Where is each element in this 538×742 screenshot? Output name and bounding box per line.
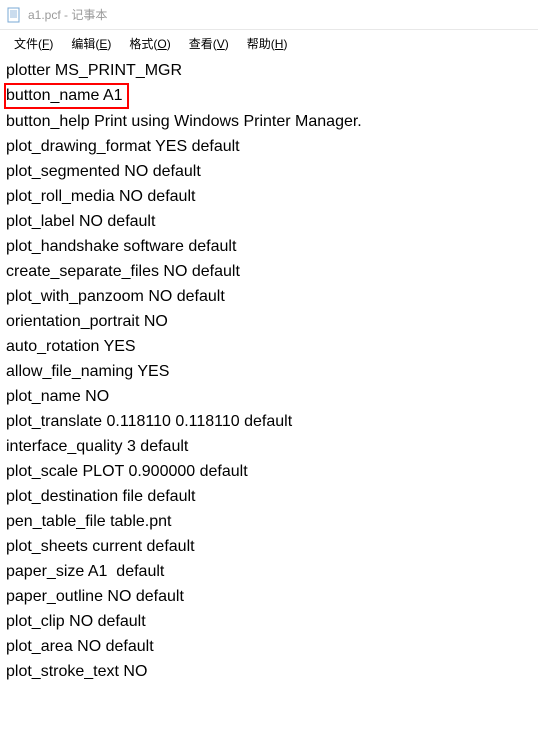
text-line: create_separate_files NO default: [6, 259, 532, 284]
text-line: allow_file_naming YES: [6, 359, 532, 384]
text-line: plot_label NO default: [6, 209, 532, 234]
menu-format[interactable]: 格式(O): [121, 33, 178, 54]
text-line: button_name A1: [6, 83, 532, 109]
text-line: plot_with_panzoom NO default: [6, 284, 532, 309]
text-line: plot_handshake software default: [6, 234, 532, 259]
text-line: paper_size A1 default: [6, 559, 532, 584]
text-line: interface_quality 3 default: [6, 434, 532, 459]
text-line: plot_roll_media NO default: [6, 184, 532, 209]
menu-edit[interactable]: 编辑(E): [63, 33, 119, 54]
notepad-icon: [6, 7, 22, 23]
menu-file[interactable]: 文件(F): [6, 33, 61, 54]
text-line: plotter MS_PRINT_MGR: [6, 58, 532, 83]
text-line: plot_sheets current default: [6, 534, 532, 559]
text-line: button_help Print using Windows Printer …: [6, 109, 532, 134]
menu-help[interactable]: 帮助(H): [239, 33, 296, 54]
text-line: plot_name NO: [6, 384, 532, 409]
text-line: plot_scale PLOT 0.900000 default: [6, 459, 532, 484]
text-content-area[interactable]: plotter MS_PRINT_MGRbutton_name A1button…: [0, 56, 538, 686]
window-titlebar: a1.pcf - 记事本: [0, 0, 538, 30]
text-line: plot_area NO default: [6, 634, 532, 659]
highlight-annotation: button_name A1: [4, 83, 129, 109]
text-line: plot_translate 0.118110 0.118110 default: [6, 409, 532, 434]
text-line: plot_stroke_text NO: [6, 659, 532, 684]
text-line: pen_table_file table.pnt: [6, 509, 532, 534]
text-line: auto_rotation YES: [6, 334, 532, 359]
menu-bar: 文件(F) 编辑(E) 格式(O) 查看(V) 帮助(H): [0, 30, 538, 56]
text-line: orientation_portrait NO: [6, 309, 532, 334]
text-line: plot_segmented NO default: [6, 159, 532, 184]
text-line: plot_destination file default: [6, 484, 532, 509]
text-line: paper_outline NO default: [6, 584, 532, 609]
text-line: plot_drawing_format YES default: [6, 134, 532, 159]
text-line: plot_clip NO default: [6, 609, 532, 634]
window-title: a1.pcf - 记事本: [28, 6, 107, 23]
menu-view[interactable]: 查看(V): [181, 33, 237, 54]
